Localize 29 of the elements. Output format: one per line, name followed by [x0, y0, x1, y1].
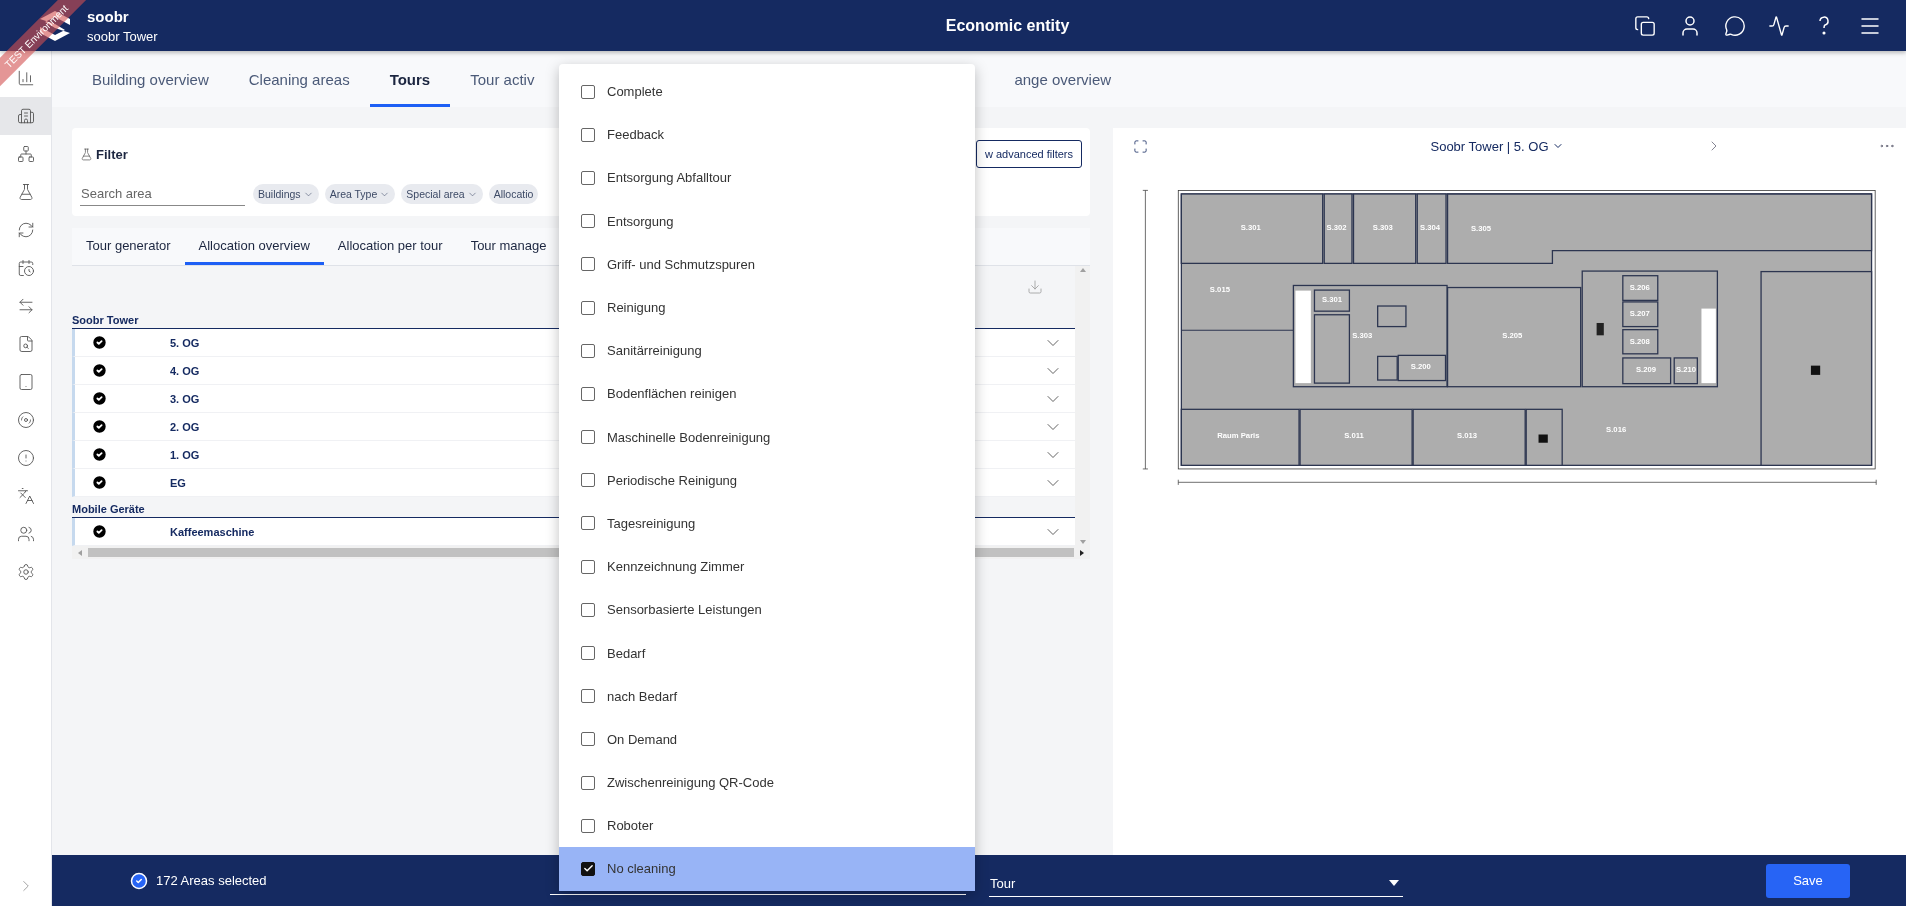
row-label: Kaffeemaschine [170, 525, 255, 538]
row-label: 1. OG [170, 448, 200, 461]
selection-count: 172 Areas selected [156, 873, 267, 888]
option-label: Tagesreinigung [607, 515, 696, 531]
row-label: 5. OG [170, 336, 200, 349]
option-label: On Demand [607, 731, 678, 747]
filter-title: Filter [96, 146, 128, 162]
option-label: Entsorgung Abfalltour [607, 170, 732, 186]
row-label: EG [170, 476, 186, 489]
option-label: Periodische Reinigung [607, 472, 738, 488]
row-label: 3. OG [170, 392, 200, 405]
option-label: Zwischenreinigung QR-Code [607, 775, 774, 791]
option-label: Bodenflächen reinigen [607, 386, 737, 402]
option-label: Feedback [607, 127, 665, 143]
option-label: Roboter [607, 818, 654, 834]
option-label: Bedarf [607, 645, 646, 661]
row-label: 2. OG [170, 420, 200, 433]
option-label: Entsorgung [607, 213, 674, 229]
option-label: Kennzeichnung Zimmer [607, 559, 745, 575]
row-label: 4. OG [170, 364, 200, 377]
brand-name: soobr [87, 7, 130, 25]
page-title: Economic entity [944, 16, 1071, 35]
option-label: Complete [607, 84, 663, 100]
building-name: soobr Tower [87, 28, 158, 44]
option-label: No cleaning [607, 861, 676, 877]
option-label: Griff- und Schmutzspuren [607, 256, 755, 272]
option-label: nach Bedarf [607, 688, 678, 704]
option-label: Sensorbasierte Leistungen [607, 602, 762, 618]
option-label: Sanitärreinigung [607, 343, 702, 359]
